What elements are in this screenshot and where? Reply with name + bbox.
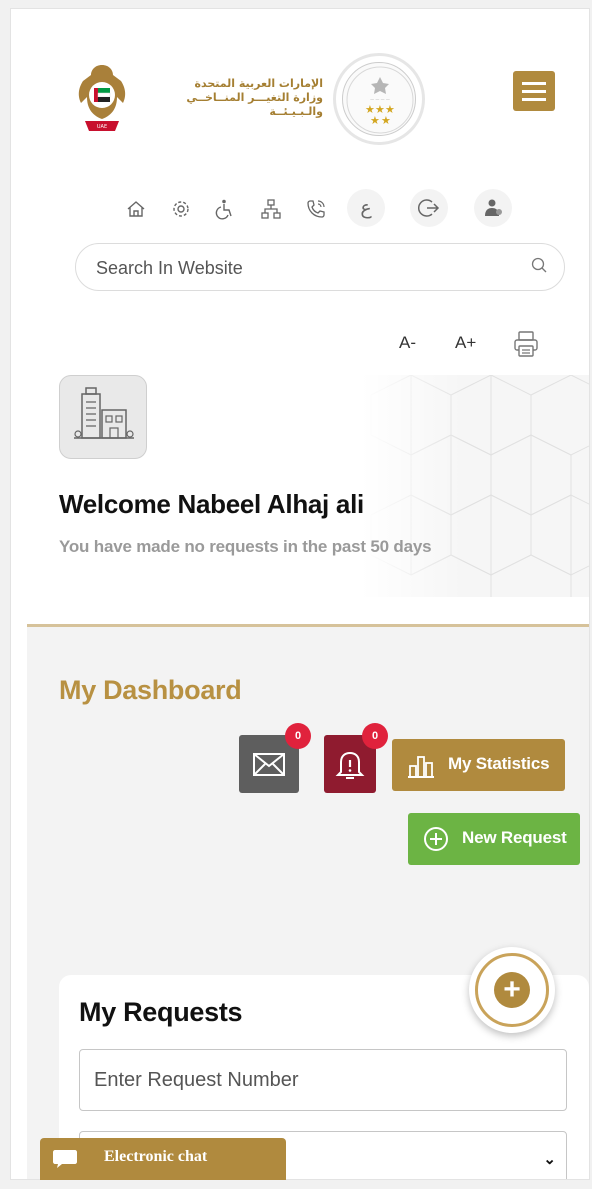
welcome-section: Welcome Nabeel Alhaj ali You have made n… [27,375,589,597]
phone-icon[interactable] [302,195,330,223]
my-requests-title: My Requests [79,997,243,1027]
add-floating-button[interactable]: + [469,947,555,1033]
award-badge-graphic: — — — — ★ ★ ★ ★ ★ [346,66,414,134]
print-icon[interactable] [511,329,541,359]
dashboard-section: My Dashboard 0 0 My Statistics New Reque… [27,627,589,1179]
ministry-name-line-2: وزارة التغيـــر المنــاخــي [186,91,323,104]
chat-bubble-icon [53,1150,77,1168]
font-decrease-button[interactable]: A- [399,333,416,353]
dashboard-title: My Dashboard [59,675,242,705]
sitemap-icon[interactable] [257,195,285,223]
notifications-button[interactable]: 0 [324,723,388,793]
new-request-button[interactable]: New Request [408,813,580,865]
svg-text:UAE: UAE [97,124,107,130]
building-icon [74,387,134,439]
electronic-chat-label: Electronic chat [104,1148,208,1165]
arabic-language-icon[interactable]: ع [347,189,385,227]
mail-button[interactable]: 0 [239,723,311,793]
user-icon[interactable] [474,189,512,227]
font-increase-button[interactable]: A+ [455,333,476,353]
mail-count-badge: 0 [285,723,311,749]
my-statistics-button[interactable]: My Statistics [392,739,565,791]
notification-count-badge: 0 [362,723,388,749]
electronic-chat-button[interactable]: Electronic chat [40,1138,286,1180]
ministry-name: الإمارات العربية المتحدة وزارة التغيـــر… [133,77,323,119]
award-badge-inner: — — — — ★ ★ ★ ★ ★ [342,62,416,136]
svg-text:— — — —: — — — — [370,97,390,102]
avatar [59,375,147,459]
svg-text:★: ★ [381,114,391,127]
uae-emblem-icon: UAE [78,65,126,131]
ministry-name-line-3: والـبـيـئــة [269,105,323,118]
accessibility-icon[interactable] [212,195,240,223]
search-icon[interactable] [530,256,548,274]
menu-line [522,82,546,85]
menu-line [522,90,546,93]
plus-icon: + [494,972,530,1008]
welcome-title: Welcome Nabeel Alhaj ali [59,489,364,519]
my-statistics-label: My Statistics [448,754,550,773]
award-badge-icon: — — — — ★ ★ ★ ★ ★ [333,53,425,145]
new-request-label: New Request [462,828,567,847]
statistics-icon [408,756,434,778]
background-pattern [361,375,589,597]
menu-line [522,98,546,101]
svg-text:★: ★ [370,114,380,127]
settings-icon[interactable] [167,195,195,223]
welcome-subtitle: You have made no requests in the past 50… [59,537,432,556]
request-number-input[interactable] [79,1049,567,1111]
hamburger-menu-icon[interactable] [513,71,555,111]
chevron-down-icon: ⌄ [543,1151,556,1168]
ministry-name-line-1: الإمارات العربية المتحدة [194,77,323,90]
plus-circle-icon [424,827,448,851]
logout-icon[interactable] [410,189,448,227]
home-icon[interactable] [122,195,150,223]
app-frame: UAE الإمارات العربية المتحدة وزارة التغي… [10,8,590,1180]
search-box [75,243,565,291]
search-input[interactable] [96,256,516,280]
